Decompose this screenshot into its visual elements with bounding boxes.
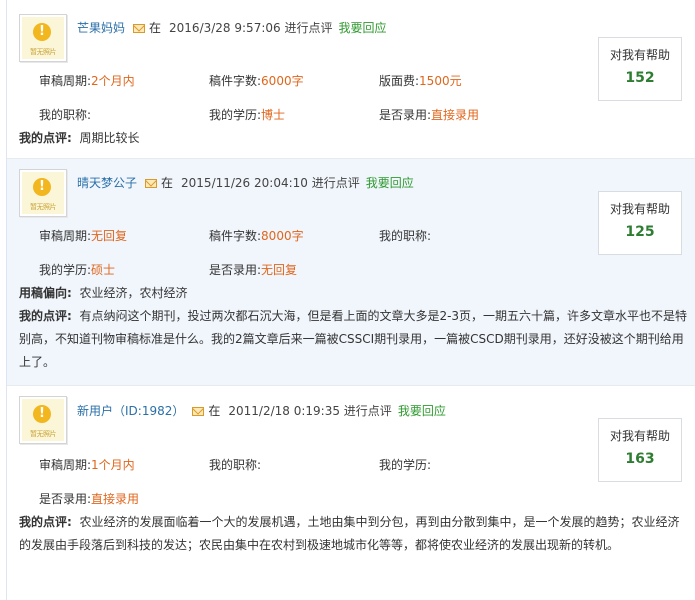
review-comment: 我的点评: 有点纳闷这个期刊，投过两次都石沉大海，但是看上面的文章大多是2-3页…	[19, 309, 688, 369]
field-title: 我的职称:	[209, 458, 262, 472]
helpful-count: 125	[625, 224, 655, 240]
field-word-count: 稿件字数:6000字	[209, 74, 304, 88]
field-education: 我的学历:硕士	[39, 263, 116, 277]
reply-link[interactable]: 我要回应	[338, 21, 386, 35]
avatar-caption: 暂无照片	[30, 203, 57, 211]
username-link[interactable]: 芒果妈妈	[77, 21, 125, 35]
message-icon[interactable]	[145, 179, 158, 188]
field-review-period: 审稿周期:无回复	[39, 229, 128, 243]
review-header: 晴天梦公子在 2015/11/26 20:04:10 进行点评 我要回应	[77, 176, 414, 190]
field-education: 我的学历:博士	[209, 108, 286, 122]
avatar[interactable]: ! 暂无照片	[19, 396, 67, 444]
field-page-fee: 版面费:1500元	[379, 74, 462, 88]
message-icon[interactable]	[192, 407, 205, 416]
review-header: 新用户（ID:1982）在 2011/2/18 0:19:35 进行点评 我要回应	[77, 404, 446, 418]
review-item: ! 暂无照片 新用户（ID:1982）在 2011/2/18 0:19:35 进行点…	[7, 386, 695, 600]
helpful-box[interactable]: 对我有帮助 125	[598, 191, 682, 255]
exclamation-icon: !	[33, 405, 51, 423]
review-comment: 我的点评: 周期比较长	[19, 131, 140, 145]
field-accepted: 是否录用:直接录用	[39, 492, 140, 506]
helpful-count: 163	[625, 451, 655, 467]
avatar-caption: 暂无照片	[30, 430, 57, 438]
username-link[interactable]: 晴天梦公子	[77, 176, 137, 190]
field-review-period: 审稿周期:2个月内	[39, 74, 135, 88]
message-icon[interactable]	[133, 24, 146, 33]
username-link[interactable]: 新用户（ID:1982）	[77, 404, 184, 418]
field-education: 我的学历:	[379, 458, 432, 472]
field-title: 我的职称:	[39, 108, 92, 122]
exclamation-icon: !	[33, 178, 51, 196]
helpful-box[interactable]: 对我有帮助 152	[598, 37, 682, 101]
review-header: 芒果妈妈在 2016/3/28 9:57:06 进行点评 我要回应	[77, 21, 387, 35]
review-preference: 用稿偏向: 农业经济，农村经济	[19, 286, 188, 300]
review-timestamp: 2011/2/18 0:19:35 进行点评	[228, 404, 392, 418]
avatar[interactable]: ! 暂无照片	[19, 169, 67, 217]
helpful-label: 对我有帮助	[609, 48, 670, 62]
helpful-label: 对我有帮助	[609, 202, 670, 216]
field-word-count: 稿件字数:8000字	[209, 229, 304, 243]
helpful-label: 对我有帮助	[609, 429, 670, 443]
avatar[interactable]: ! 暂无照片	[19, 14, 67, 62]
field-accepted: 是否录用:直接录用	[379, 108, 480, 122]
field-accepted: 是否录用:无回复	[209, 263, 298, 277]
reply-link[interactable]: 我要回应	[366, 176, 414, 190]
field-title: 我的职称:	[379, 229, 432, 243]
review-timestamp: 2016/3/28 9:57:06 进行点评	[169, 21, 333, 35]
avatar-caption: 暂无照片	[30, 48, 57, 56]
exclamation-icon: !	[33, 23, 51, 41]
review-item: ! 暂无照片 晴天梦公子在 2015/11/26 20:04:10 进行点评 我要回应…	[7, 159, 695, 385]
review-timestamp: 2015/11/26 20:04:10 进行点评	[181, 176, 360, 190]
helpful-box[interactable]: 对我有帮助 163	[598, 418, 682, 482]
reply-link[interactable]: 我要回应	[398, 404, 446, 418]
review-item: ! 暂无照片 芒果妈妈在 2016/3/28 9:57:06 进行点评 我要回应 审稿…	[7, 0, 695, 158]
helpful-count: 152	[625, 70, 655, 86]
review-comment: 我的点评: 农业经济的发展面临着一个大的发展机遇，土地由集中到分包，再到由分散到…	[19, 515, 680, 552]
field-review-period: 审稿周期:1个月内	[39, 458, 135, 472]
